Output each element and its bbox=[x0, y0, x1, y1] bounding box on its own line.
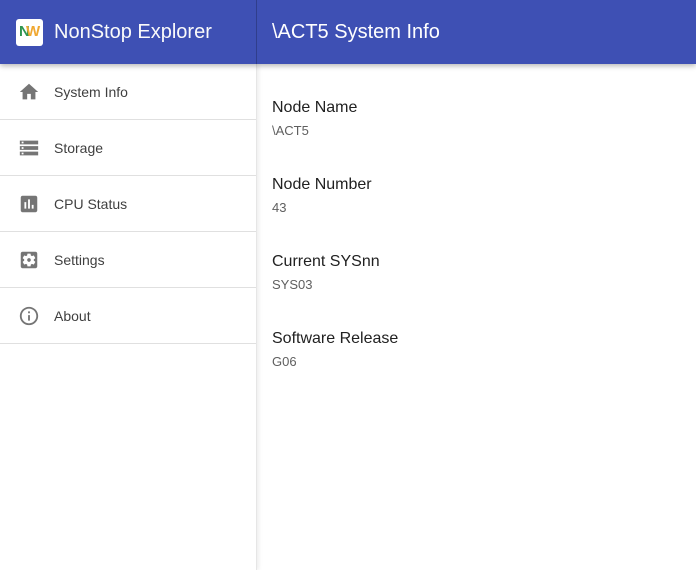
sidebar-item-settings[interactable]: Settings bbox=[0, 232, 256, 288]
field-value: G06 bbox=[272, 354, 696, 370]
sidebar-item-storage[interactable]: Storage bbox=[0, 120, 256, 176]
sidebar-item-label: Storage bbox=[54, 140, 103, 156]
field-label: Node Number bbox=[272, 174, 696, 195]
logo-letter-w: W bbox=[26, 23, 40, 41]
app-header: N W NonStop Explorer \ACT5 System Info bbox=[0, 0, 696, 64]
field-software-release: Software Release G06 bbox=[272, 328, 696, 370]
field-label: Node Name bbox=[272, 97, 696, 118]
sidebar-item-system-info[interactable]: System Info bbox=[0, 64, 256, 120]
header-title-bar: \ACT5 System Info bbox=[257, 0, 696, 64]
page-title: \ACT5 System Info bbox=[272, 21, 440, 44]
app-body: System Info Storage CPU Status Settings bbox=[0, 64, 696, 570]
field-node-number: Node Number 43 bbox=[272, 174, 696, 216]
home-icon bbox=[18, 81, 40, 103]
sidebar: System Info Storage CPU Status Settings bbox=[0, 64, 257, 570]
main-content: Node Name \ACT5 Node Number 43 Current S… bbox=[257, 64, 696, 570]
field-label: Current SYSnn bbox=[272, 251, 696, 272]
sidebar-item-cpu-status[interactable]: CPU Status bbox=[0, 176, 256, 232]
settings-icon bbox=[18, 249, 40, 271]
header-brand: N W NonStop Explorer bbox=[0, 0, 257, 64]
sidebar-item-label: System Info bbox=[54, 84, 128, 100]
storage-icon bbox=[18, 137, 40, 159]
field-value: 43 bbox=[272, 200, 696, 216]
field-value: \ACT5 bbox=[272, 123, 696, 139]
sidebar-item-label: About bbox=[54, 308, 91, 324]
bar-chart-icon bbox=[18, 193, 40, 215]
field-node-name: Node Name \ACT5 bbox=[272, 97, 696, 139]
info-icon bbox=[18, 305, 40, 327]
sidebar-item-about[interactable]: About bbox=[0, 288, 256, 344]
field-label: Software Release bbox=[272, 328, 696, 349]
sidebar-item-label: Settings bbox=[54, 252, 105, 268]
field-current-sysnn: Current SYSnn SYS03 bbox=[272, 251, 696, 293]
sidebar-item-label: CPU Status bbox=[54, 196, 127, 212]
app-logo: N W bbox=[16, 19, 43, 46]
field-value: SYS03 bbox=[272, 277, 696, 293]
app-title: NonStop Explorer bbox=[54, 21, 212, 44]
